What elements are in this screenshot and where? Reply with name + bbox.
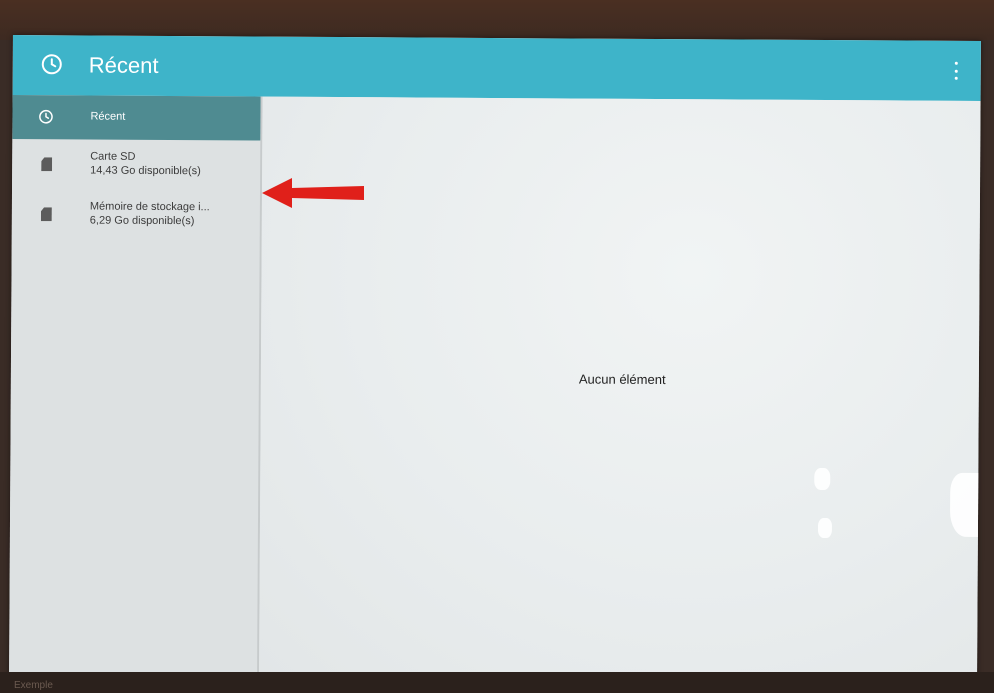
device-bezel-bottom — [0, 672, 994, 693]
screen-glare — [814, 467, 831, 491]
overflow-menu-icon[interactable] — [953, 61, 959, 80]
screen-glare — [817, 517, 833, 539]
clock-icon — [38, 109, 53, 129]
sd-card-icon — [41, 207, 52, 221]
sidebar-item-label: Carte SD — [90, 150, 136, 163]
clock-icon — [41, 53, 63, 80]
sd-card-icon — [41, 157, 52, 171]
bottom-caption: Exemple — [14, 680, 53, 691]
file-list-area: Aucun élément — [259, 96, 981, 680]
sidebar-item-label: Mémoire de stockage i... — [89, 200, 210, 214]
sidebar-item-label: Récent — [90, 110, 126, 123]
sidebar-item-recent[interactable]: Récent — [12, 95, 261, 141]
app-bar: Récent — [12, 35, 981, 101]
red-arrow-annotation — [262, 178, 364, 208]
navigation-drawer: Récent Carte SD 14,43 Go disponible(s) M… — [9, 95, 263, 676]
sidebar-item-sd-card[interactable]: Carte SD 14,43 Go disponible(s) — [12, 143, 260, 191]
screen-glare — [949, 472, 981, 538]
storage-available: 6,29 Go disponible(s) — [89, 214, 195, 228]
page-title: Récent — [88, 52, 159, 78]
tablet-screen: Récent Récent Carte SD 14,43 Go disponib… — [9, 35, 981, 680]
empty-state-text: Aucun élément — [578, 371, 666, 388]
device-bezel-top — [0, 0, 994, 40]
sidebar-item-internal-storage[interactable]: Mémoire de stockage i... 6,29 Go disponi… — [12, 193, 260, 241]
storage-available: 14,43 Go disponible(s) — [90, 164, 201, 178]
